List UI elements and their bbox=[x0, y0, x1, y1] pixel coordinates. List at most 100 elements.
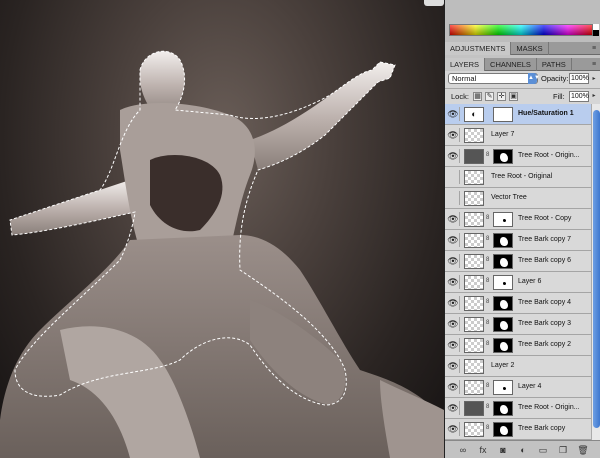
opacity-dropdown-icon[interactable]: ▸ bbox=[590, 74, 598, 85]
fill-input[interactable]: 100% bbox=[569, 91, 589, 102]
document-canvas[interactable] bbox=[0, 0, 444, 458]
link-layers-icon[interactable]: ∞ bbox=[457, 444, 469, 456]
black-white-swatch[interactable] bbox=[593, 24, 599, 36]
layer-mask-thumbnail[interactable] bbox=[493, 212, 513, 227]
layer-row[interactable]: 👁 8 Layer 4 bbox=[445, 377, 591, 398]
eye-icon[interactable]: 👁 bbox=[447, 422, 460, 436]
color-spectrum-ramp[interactable] bbox=[449, 24, 593, 36]
layer-mask-thumbnail[interactable] bbox=[493, 296, 513, 311]
chain-link-icon[interactable]: 8 bbox=[486, 383, 491, 389]
eye-icon[interactable]: 👁 bbox=[447, 233, 460, 247]
eye-icon[interactable]: 👁 bbox=[447, 212, 460, 226]
layer-mask-thumbnail[interactable] bbox=[493, 233, 513, 248]
eye-icon[interactable]: 👁 bbox=[447, 401, 460, 415]
eye-icon[interactable]: 👁 bbox=[447, 338, 460, 352]
scrollbar-thumb[interactable] bbox=[593, 110, 600, 428]
layer-row[interactable]: 👁 8 Tree Bark copy 6 bbox=[445, 251, 591, 272]
lock-transparent-icon[interactable]: ▦ bbox=[473, 92, 482, 101]
layer-thumbnail[interactable] bbox=[464, 401, 484, 416]
eye-icon[interactable]: 👁 bbox=[447, 359, 460, 373]
layer-row[interactable]: 👁 8 Layer 6 bbox=[445, 272, 591, 293]
layer-mask-thumbnail[interactable] bbox=[493, 401, 513, 416]
chain-link-icon[interactable]: 8 bbox=[486, 215, 491, 221]
blend-mode-select[interactable]: Normal ▲▼ bbox=[448, 73, 540, 84]
eye-icon[interactable]: 👁 bbox=[447, 275, 460, 289]
layer-mask-thumbnail[interactable] bbox=[493, 149, 513, 164]
tab-layers[interactable]: LAYERS bbox=[445, 58, 486, 71]
layer-row[interactable]: 👁 8 Tree Bark copy 2 bbox=[445, 335, 591, 356]
chain-link-icon[interactable]: 8 bbox=[486, 341, 491, 347]
fill-dropdown-icon[interactable]: ▸ bbox=[590, 91, 598, 102]
eye-icon[interactable]: 👁 bbox=[447, 107, 460, 121]
layer-thumbnail[interactable] bbox=[464, 254, 484, 269]
chain-link-icon[interactable]: 8 bbox=[486, 236, 491, 242]
tab-masks[interactable]: MASKS bbox=[511, 42, 549, 55]
eye-icon[interactable]: 👁 bbox=[447, 296, 460, 310]
lock-image-icon[interactable]: ✎ bbox=[485, 92, 494, 101]
layer-row[interactable]: Tree Root - Original bbox=[445, 167, 591, 188]
layer-thumbnail[interactable] bbox=[464, 275, 484, 290]
eye-icon[interactable]: 👁 bbox=[447, 380, 460, 394]
layer-thumbnail[interactable] bbox=[464, 296, 484, 311]
layer-mask-thumbnail[interactable] bbox=[493, 275, 513, 290]
add-mask-icon[interactable]: ◙ bbox=[497, 444, 509, 456]
layer-thumbnail[interactable] bbox=[464, 422, 484, 437]
chain-link-icon[interactable]: 8 bbox=[486, 425, 491, 431]
layer-mask-thumbnail[interactable] bbox=[493, 422, 513, 437]
layer-row[interactable]: 👁 8 Tree Root - Copy bbox=[445, 209, 591, 230]
layer-thumbnail[interactable] bbox=[464, 170, 484, 185]
opacity-input[interactable]: 100% bbox=[569, 73, 589, 84]
tab-paths[interactable]: PATHS bbox=[537, 58, 572, 71]
layer-thumbnail[interactable] bbox=[464, 380, 484, 395]
layer-thumbnail[interactable] bbox=[464, 359, 484, 374]
lock-position-icon[interactable]: ✛ bbox=[497, 92, 506, 101]
chain-link-icon[interactable]: 8 bbox=[486, 299, 491, 305]
layer-row[interactable]: 👁 8 Tree Bark copy 4 bbox=[445, 293, 591, 314]
layers-scrollbar[interactable] bbox=[591, 104, 600, 440]
eye-icon[interactable]: 👁 bbox=[447, 317, 460, 331]
layer-mask-thumbnail[interactable] bbox=[493, 254, 513, 269]
delete-layer-icon[interactable]: 🗑 bbox=[577, 444, 589, 456]
chain-link-icon[interactable]: 8 bbox=[486, 404, 491, 410]
chevron-updown-icon[interactable]: ▲▼ bbox=[528, 73, 540, 84]
layer-thumbnail[interactable] bbox=[464, 338, 484, 353]
layers-panel-menu-icon[interactable]: ≡ bbox=[587, 58, 600, 70]
lock-all-icon[interactable]: ▣ bbox=[509, 92, 518, 101]
layer-thumbnail[interactable] bbox=[464, 317, 484, 332]
tab-channels[interactable]: CHANNELS bbox=[485, 58, 537, 71]
new-layer-icon[interactable]: ❐ bbox=[557, 444, 569, 456]
chain-link-icon[interactable]: 8 bbox=[486, 152, 491, 158]
layer-mask-thumbnail[interactable] bbox=[493, 338, 513, 353]
new-group-icon[interactable]: ▭ bbox=[537, 444, 549, 456]
chain-link-icon[interactable]: 8 bbox=[486, 320, 491, 326]
tab-adjustments[interactable]: ADJUSTMENTS bbox=[445, 42, 512, 55]
eye-hidden-icon[interactable] bbox=[447, 170, 460, 184]
eye-icon[interactable]: 👁 bbox=[447, 128, 460, 142]
layer-row[interactable]: 👁 8 Tree Bark copy bbox=[445, 419, 591, 440]
layer-row[interactable]: 👁 8 Tree Bark copy 3 bbox=[445, 314, 591, 335]
eye-icon[interactable]: 👁 bbox=[447, 149, 460, 163]
chain-link-icon[interactable]: 8 bbox=[486, 278, 491, 284]
layer-thumbnail[interactable] bbox=[464, 149, 484, 164]
adjustment-thumbnail-icon[interactable]: ◐ bbox=[464, 107, 484, 122]
eye-hidden-icon[interactable] bbox=[447, 191, 460, 205]
layer-row[interactable]: 👁 ◐ Hue/Saturation 1 bbox=[445, 104, 591, 125]
layer-row[interactable]: 👁 8 Tree Bark copy 7 bbox=[445, 230, 591, 251]
layer-thumbnail[interactable] bbox=[464, 233, 484, 248]
layer-row[interactable]: 👁 Layer 2 bbox=[445, 356, 591, 377]
panel-menu-icon[interactable]: ≡ bbox=[587, 42, 600, 54]
layer-mask-thumbnail[interactable] bbox=[493, 107, 513, 122]
layer-row[interactable]: 👁 8 Tree Root - Origin... bbox=[445, 146, 591, 167]
chain-link-icon[interactable]: 8 bbox=[486, 257, 491, 263]
layer-mask-thumbnail[interactable] bbox=[493, 317, 513, 332]
layer-row[interactable]: Vector Tree bbox=[445, 188, 591, 209]
layer-row[interactable]: 👁 8 Tree Root - Origin... bbox=[445, 398, 591, 419]
eye-icon[interactable]: 👁 bbox=[447, 254, 460, 268]
adjustment-layer-icon[interactable]: ◐ bbox=[517, 444, 529, 456]
layer-thumbnail[interactable] bbox=[464, 212, 484, 227]
layer-thumbnail[interactable] bbox=[464, 191, 484, 206]
layer-thumbnail[interactable] bbox=[464, 128, 484, 143]
layer-mask-thumbnail[interactable] bbox=[493, 380, 513, 395]
layer-row[interactable]: 👁 Layer 7 bbox=[445, 125, 591, 146]
layer-style-icon[interactable]: fx bbox=[477, 444, 489, 456]
